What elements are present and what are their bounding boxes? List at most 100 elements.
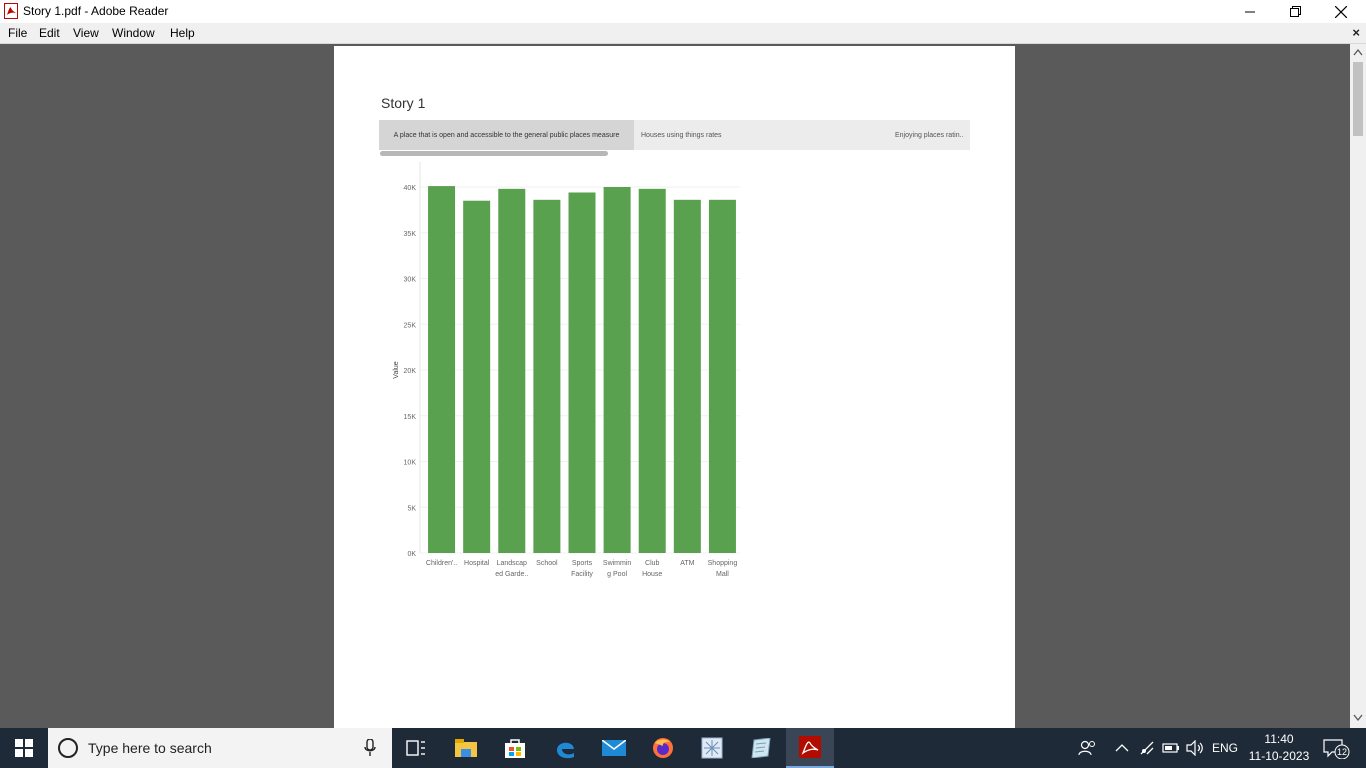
taskbar: Type here to search ENG 11:40 11-10-2023… bbox=[0, 728, 1366, 768]
notification-count: 12 bbox=[1336, 747, 1347, 757]
menu-file[interactable]: File bbox=[8, 26, 27, 40]
chevron-up-icon bbox=[1115, 744, 1129, 752]
x-tick-label: Sports bbox=[572, 560, 593, 567]
menu-bar: File Edit View Window Help × bbox=[0, 23, 1366, 44]
scroll-up-icon[interactable] bbox=[1353, 48, 1363, 56]
mail-button[interactable] bbox=[590, 728, 638, 768]
window-titlebar: Story 1.pdf - Adobe Reader bbox=[0, 0, 1366, 23]
y-tick-label: 40K bbox=[404, 185, 417, 192]
restore-icon bbox=[1289, 6, 1301, 17]
clock[interactable]: 11:40 11-10-2023 bbox=[1244, 731, 1314, 765]
menu-edit[interactable]: Edit bbox=[39, 26, 60, 40]
people-button[interactable] bbox=[1078, 728, 1096, 768]
show-hidden-icons-button[interactable] bbox=[1115, 728, 1129, 768]
volume-icon bbox=[1186, 740, 1203, 756]
mail-icon bbox=[602, 740, 626, 756]
document-viewer: Story 1 A place that is open and accessi… bbox=[0, 44, 1350, 728]
close-button[interactable] bbox=[1318, 0, 1364, 23]
story-navigator-scrollbar[interactable] bbox=[380, 151, 608, 156]
pdf-page: Story 1 A place that is open and accessi… bbox=[334, 46, 1015, 728]
action-center-button[interactable]: 12 bbox=[1322, 728, 1352, 768]
file-explorer-button[interactable] bbox=[442, 728, 490, 768]
x-tick-label: Facility bbox=[571, 571, 593, 578]
y-tick-label: 15K bbox=[404, 414, 417, 421]
x-tick-label: Shopping bbox=[708, 560, 738, 567]
network-button[interactable] bbox=[1139, 728, 1155, 768]
y-axis-title: Value bbox=[393, 361, 400, 378]
people-icon bbox=[1078, 740, 1095, 756]
task-view-icon bbox=[406, 740, 425, 756]
snipping-tool-button[interactable] bbox=[688, 728, 736, 768]
story-point-label: Houses using things rates bbox=[641, 131, 722, 139]
x-tick-label: Mall bbox=[716, 571, 729, 578]
window-title: Story 1.pdf - Adobe Reader bbox=[23, 4, 169, 18]
language-indicator[interactable]: ENG bbox=[1212, 728, 1238, 768]
adobe-reader-icon bbox=[799, 736, 821, 758]
microphone-icon[interactable] bbox=[364, 739, 376, 757]
close-document-button[interactable]: × bbox=[1352, 25, 1360, 40]
menu-view[interactable]: View bbox=[73, 26, 99, 40]
y-tick-label: 0K bbox=[407, 551, 416, 558]
minimize-button[interactable] bbox=[1227, 0, 1273, 23]
scroll-down-icon[interactable] bbox=[1353, 714, 1363, 722]
file-explorer-icon bbox=[455, 739, 477, 757]
story-point-3[interactable]: Enjoying places ratin.. bbox=[895, 120, 968, 150]
y-tick-label: 35K bbox=[404, 231, 417, 238]
edge-icon bbox=[557, 742, 574, 759]
restore-button[interactable] bbox=[1272, 0, 1318, 23]
menu-window[interactable]: Window bbox=[112, 26, 155, 40]
store-icon bbox=[505, 739, 525, 758]
store-button[interactable] bbox=[491, 728, 539, 768]
bar bbox=[533, 199, 561, 553]
x-tick-label: Children'.. bbox=[426, 560, 457, 567]
bar bbox=[603, 187, 631, 553]
clock-time: 11:40 bbox=[1264, 732, 1294, 746]
bar-chart: 0K 5K 10K 15K 20K 25K 30K 35K 40K Value Children'.… bbox=[393, 162, 740, 578]
network-icon bbox=[1140, 741, 1154, 755]
x-tick-label: ATM bbox=[680, 560, 694, 567]
minimize-icon bbox=[1245, 11, 1255, 12]
bar bbox=[463, 200, 491, 553]
adobe-pdf-icon bbox=[4, 3, 18, 19]
x-tick-label: House bbox=[642, 571, 662, 578]
bar bbox=[638, 188, 666, 553]
bar bbox=[673, 199, 701, 553]
close-icon bbox=[1335, 5, 1347, 18]
menu-help[interactable]: Help bbox=[170, 26, 195, 40]
story-point-label: A place that is open and accessible to t… bbox=[393, 131, 620, 139]
story-point-label: Enjoying places ratin.. bbox=[895, 131, 964, 139]
cortana-icon bbox=[58, 738, 78, 758]
story-title: Story 1 bbox=[381, 95, 426, 111]
battery-button[interactable] bbox=[1162, 728, 1180, 768]
y-tick-label: 10K bbox=[404, 460, 417, 467]
snipping-icon bbox=[701, 737, 723, 759]
taskbar-search[interactable]: Type here to search bbox=[48, 728, 392, 768]
start-button[interactable] bbox=[0, 728, 48, 768]
firefox-button[interactable] bbox=[639, 728, 687, 768]
y-tick-label: 20K bbox=[404, 368, 417, 375]
scroll-thumb[interactable] bbox=[1353, 62, 1363, 136]
language-label: ENG bbox=[1212, 741, 1239, 755]
notepad-button[interactable] bbox=[737, 728, 785, 768]
y-tick-label: 5K bbox=[407, 505, 416, 512]
y-tick-label: 30K bbox=[404, 277, 417, 284]
x-tick-label: Club bbox=[645, 560, 660, 567]
story-navigator: A place that is open and accessible to t… bbox=[379, 120, 970, 150]
y-tick-label: 25K bbox=[404, 322, 417, 329]
task-view-button[interactable] bbox=[392, 728, 440, 768]
adobe-reader-button[interactable] bbox=[786, 728, 834, 768]
notepad-icon bbox=[751, 738, 771, 758]
vertical-scrollbar[interactable] bbox=[1350, 44, 1366, 728]
bar bbox=[568, 192, 596, 554]
story-point-2[interactable]: Houses using things rates bbox=[641, 120, 841, 150]
story-point-1[interactable]: A place that is open and accessible to t… bbox=[379, 120, 634, 150]
search-placeholder: Type here to search bbox=[88, 740, 212, 756]
edge-button[interactable] bbox=[541, 728, 589, 768]
bar bbox=[428, 186, 456, 553]
x-tick-label: ed Garde.. bbox=[495, 571, 528, 578]
bar bbox=[708, 199, 736, 553]
clock-date: 11-10-2023 bbox=[1248, 749, 1310, 763]
volume-button[interactable] bbox=[1186, 728, 1204, 768]
bar bbox=[498, 188, 526, 553]
x-tick-label: Swimmin bbox=[603, 560, 631, 567]
